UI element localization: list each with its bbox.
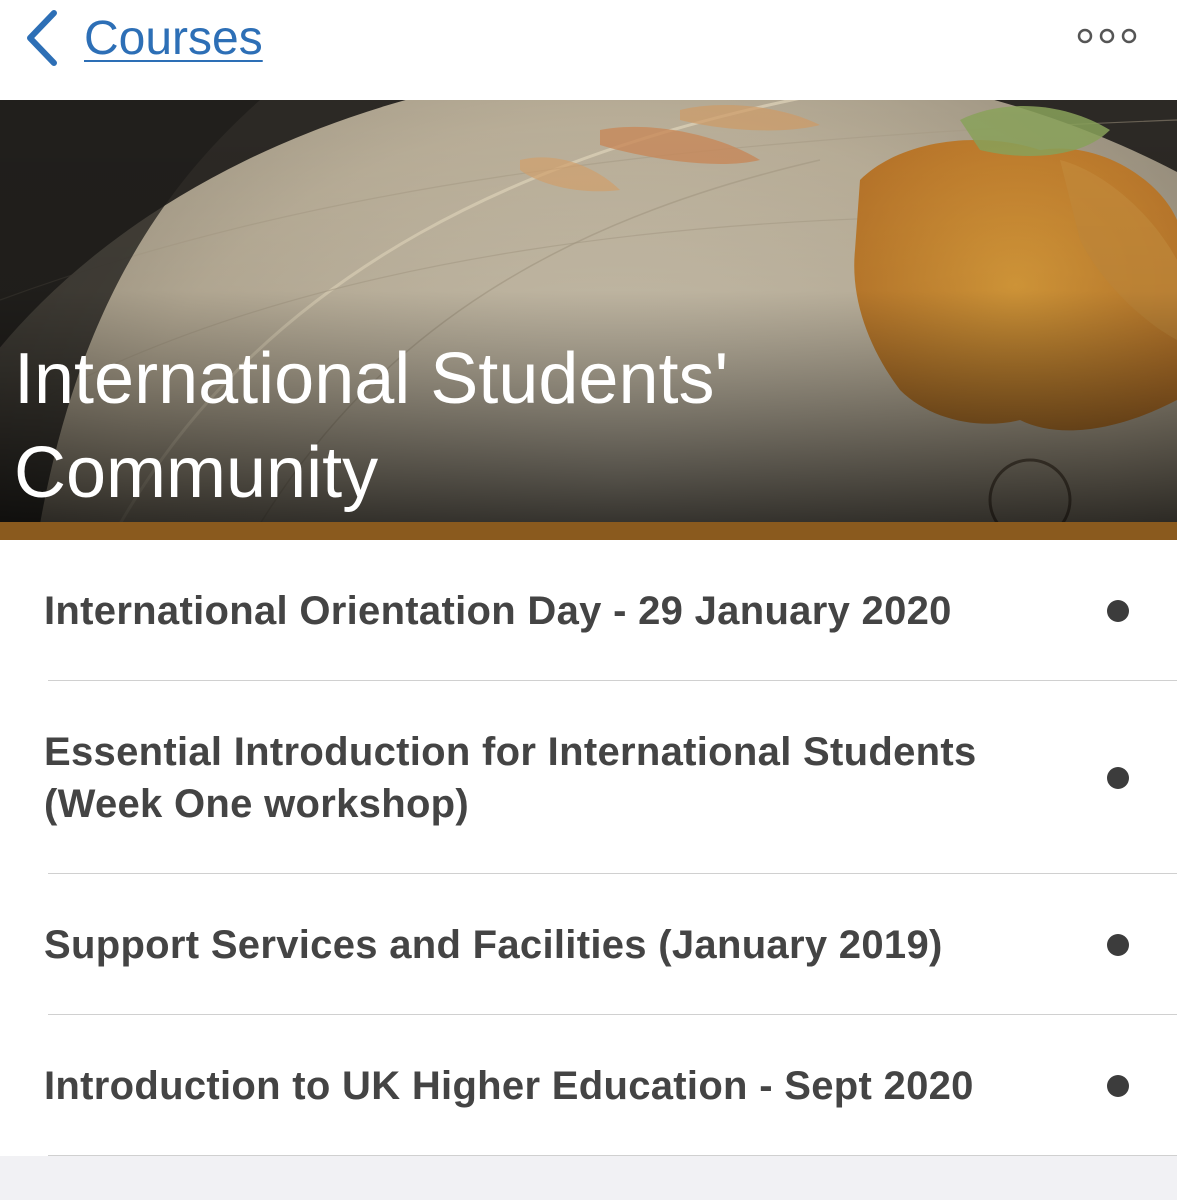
status-dot-icon xyxy=(1107,766,1129,789)
list-item[interactable]: Support Services and Facilities (January… xyxy=(0,874,1177,1015)
status-dot-icon xyxy=(1107,599,1129,622)
status-dot-icon xyxy=(1107,933,1129,956)
course-title-line-2: Community xyxy=(14,433,379,513)
list-item[interactable]: International Orientation Day - 29 Janua… xyxy=(0,540,1177,681)
banner-accent-stripe xyxy=(0,522,1177,540)
chevron-left-icon xyxy=(27,10,57,66)
course-page: Courses International Students' Communit… xyxy=(0,0,1177,1200)
list-item[interactable]: Essential Introduction for International… xyxy=(0,681,1177,874)
course-section-list: International Orientation Day - 29 Janua… xyxy=(0,540,1177,1156)
navigation-bar: Courses xyxy=(0,0,1177,100)
more-options-icon[interactable] xyxy=(1077,24,1137,48)
back-link-label: Courses xyxy=(84,11,263,65)
list-item-label: Support Services and Facilities (January… xyxy=(44,922,943,967)
list-item-label: Essential Introduction for International… xyxy=(44,729,977,826)
list-item-label: Introduction to UK Higher Education - Se… xyxy=(44,1063,974,1108)
course-banner: International Students' Community xyxy=(0,100,1177,524)
bottom-background xyxy=(0,1156,1177,1200)
list-item-label: International Orientation Day - 29 Janua… xyxy=(44,588,952,633)
back-to-courses-button[interactable]: Courses xyxy=(24,8,263,68)
course-title: International Students' Community xyxy=(14,332,1014,520)
course-title-line-1: International Students' xyxy=(14,339,729,419)
status-dot-icon xyxy=(1107,1074,1129,1097)
list-item[interactable]: Introduction to UK Higher Education - Se… xyxy=(0,1015,1177,1156)
